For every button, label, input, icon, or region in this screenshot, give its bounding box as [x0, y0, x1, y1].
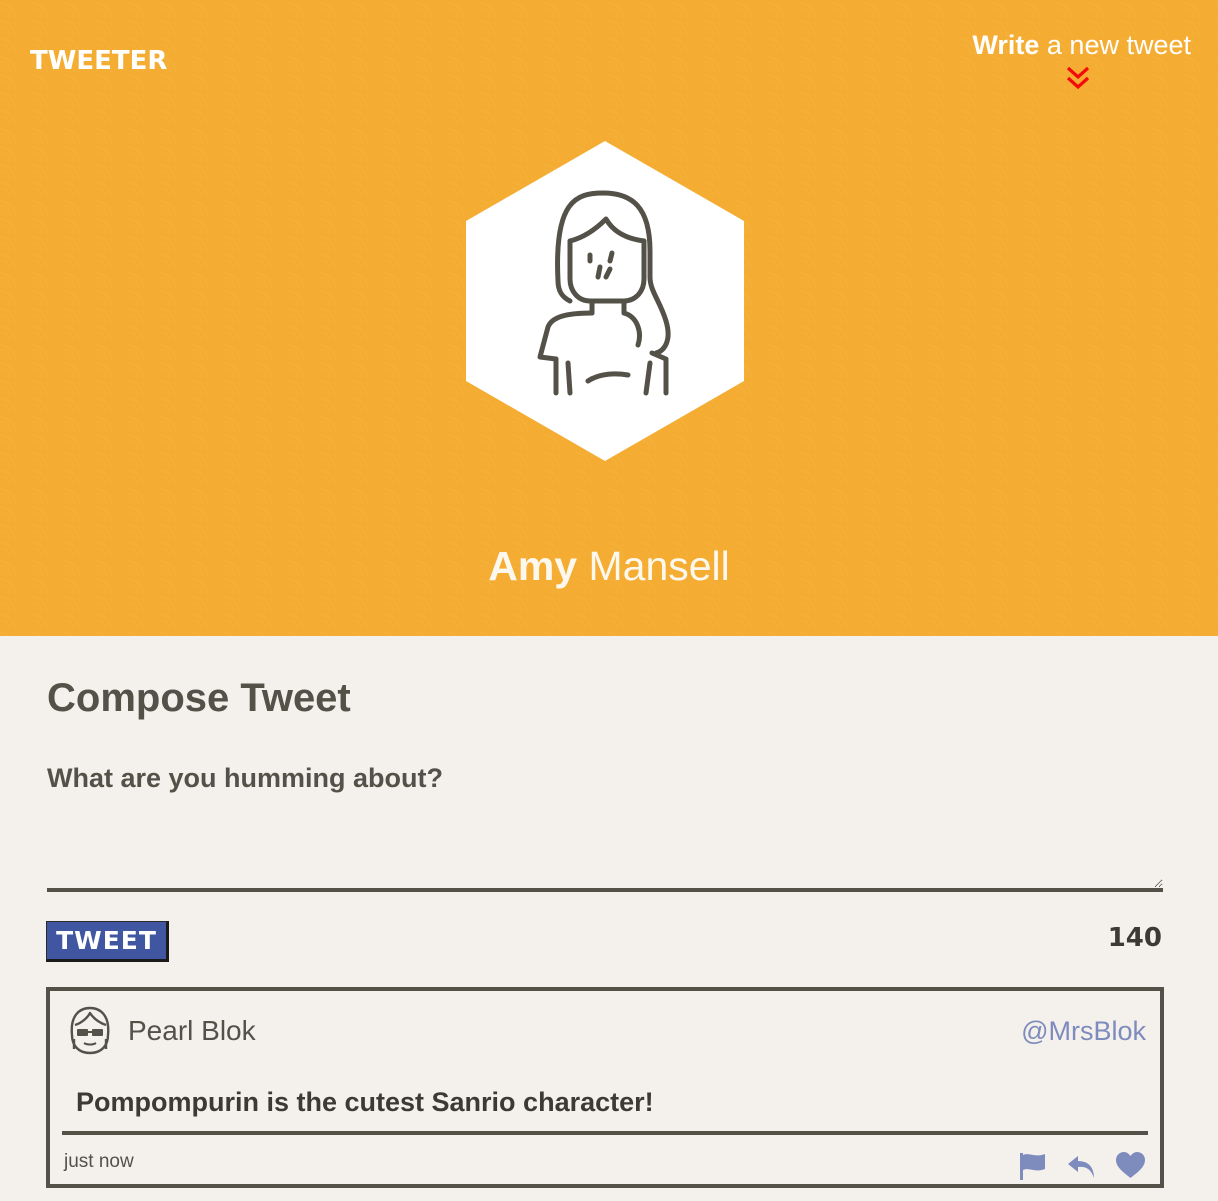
character-counter: 140 [1107, 923, 1162, 953]
tweet-author-name[interactable]: Pearl Blok [128, 1013, 256, 1049]
profile-first-name: Amy [488, 543, 578, 589]
tweet-timestamp: just now [64, 1151, 134, 1172]
write-toggle-label: a new tweet [1046, 30, 1191, 60]
profile-banner: TWEETER Write a new tweet Amy Mansell [0, 0, 1218, 636]
profile-last-name: Mansell [588, 543, 730, 589]
heart-icon[interactable] [1115, 1151, 1146, 1181]
flag-icon[interactable] [1017, 1151, 1048, 1181]
write-new-tweet-toggle[interactable]: Write a new tweet [972, 28, 1191, 62]
tweet-submit-button[interactable]: TWEET [46, 921, 169, 962]
woman-avatar-icon [466, 141, 744, 461]
compose-title: Compose Tweet [47, 676, 351, 720]
tweet-text: Pompompurin is the cutest Sanrio charact… [76, 1087, 654, 1117]
brand-logo[interactable]: TWEETER [30, 44, 167, 78]
write-toggle-bold: Write [972, 30, 1040, 60]
tweet-divider [62, 1131, 1148, 1135]
tweet-card: Pearl Blok @MrsBlok Pompompurin is the c… [46, 987, 1164, 1188]
retweet-icon[interactable] [1066, 1151, 1097, 1181]
glasses-avatar-icon [70, 1006, 110, 1055]
tweet-actions [1017, 1151, 1146, 1181]
profile-name: Amy Mansell [0, 541, 1218, 591]
tweet-author-handle[interactable]: @MrsBlok [1021, 1013, 1146, 1049]
double-chevron-down-icon[interactable] [1065, 66, 1091, 92]
tweet-text-input[interactable] [47, 760, 1163, 892]
